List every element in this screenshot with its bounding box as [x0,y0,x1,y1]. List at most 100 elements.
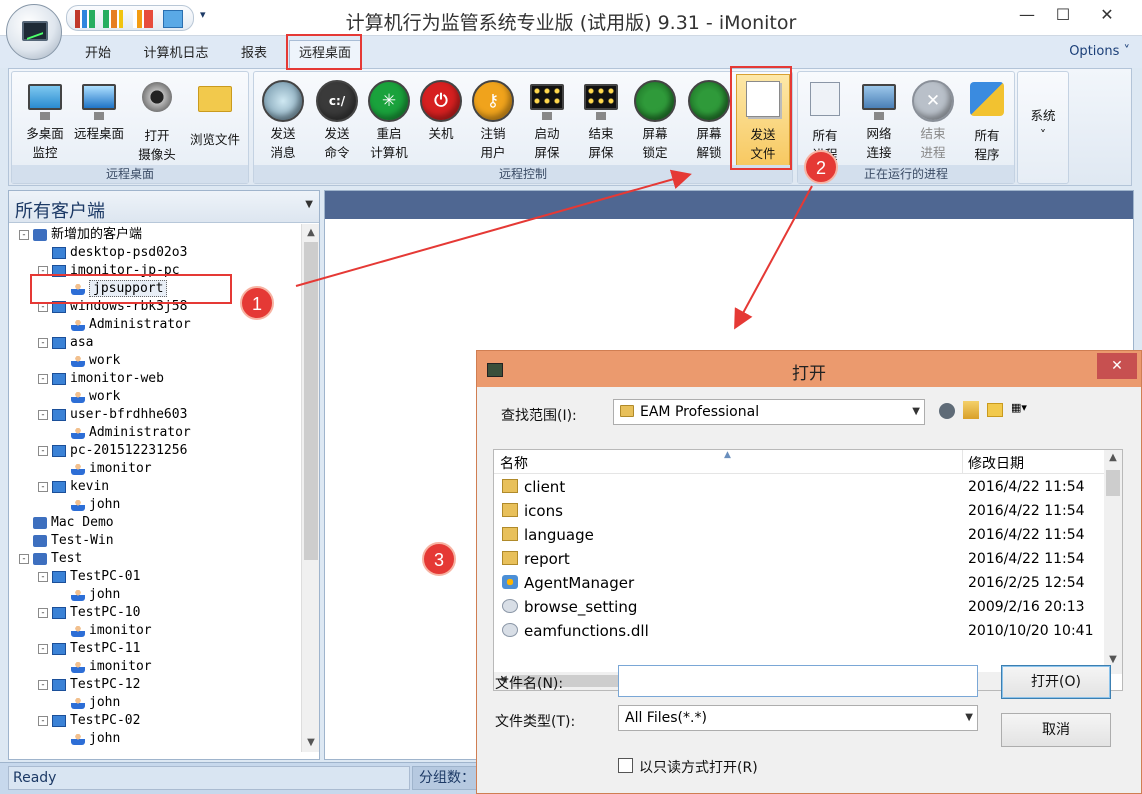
all-programs-button[interactable]: 所有 程序 [960,78,1014,162]
remote-desktop-label: 远程桌面 [73,126,124,141]
expander-icon[interactable]: - [19,553,29,564]
expander-icon[interactable]: - [38,409,48,420]
close-button[interactable]: ✕ [1090,0,1124,30]
send-message-button[interactable]: 发送 消息 [256,78,310,162]
shutdown-button[interactable]: ⏻ 关机 [414,78,468,162]
scroll-thumb[interactable] [304,242,318,560]
end-screensaver-button[interactable]: 结束 屏保 [574,78,628,162]
tree-computer-node[interactable]: - imonitor-web [38,370,164,388]
expander-icon[interactable]: - [38,715,48,726]
tree-computer-node[interactable]: - user-bfrdhhe603 [38,406,187,424]
tree-user-node[interactable]: john [71,730,120,748]
expander-icon[interactable]: - [38,373,48,384]
tree-user-node[interactable]: work [71,352,120,370]
logoff-user-button[interactable]: ⚷ 注销 用户 [466,78,520,162]
all-processes-button[interactable]: 所有 进程 [798,78,852,162]
screensaver-start-icon [526,80,568,122]
scroll-thumb[interactable] [1106,470,1120,496]
tree-user-node[interactable]: john [71,496,120,514]
open-camera-button[interactable]: 打开 摄像头 [130,78,184,162]
tree-user-node[interactable]: Administrator [71,424,191,442]
tree-user-node[interactable]: imonitor [71,658,152,676]
chevron-down-icon[interactable]: ▼ [305,199,313,210]
unlock-screen-button[interactable]: 屏幕 解锁 [682,78,736,162]
scroll-up-icon[interactable]: ▲ [1104,452,1122,463]
up-folder-icon[interactable] [963,401,979,419]
maximize-button[interactable]: ☐ [1046,0,1080,30]
tree-user-node[interactable]: Administrator [71,316,191,334]
column-name[interactable]: 名称 [500,453,528,473]
tree-computer-node[interactable]: - asa [38,334,93,352]
scroll-down-icon[interactable]: ▼ [1104,654,1122,665]
dialog-close-button[interactable]: ✕ [1097,353,1137,379]
new-folder-icon[interactable] [987,403,1003,417]
tree-user-node[interactable]: john [71,586,120,604]
group-remote-control: 发送 消息 c:/ 发送 命令 ✳ 重启 计算机 ⏻ 关机 ⚷ 注销 用户 启动… [253,71,793,184]
expander-icon[interactable]: - [38,607,48,618]
options-menu[interactable]: Options ˅ [1069,44,1130,59]
tree-group-node[interactable]: Test-Win [33,532,114,550]
tree-group-node[interactable]: - 新增加的客户端 [19,226,142,244]
multi-desktop-monitor-button[interactable]: 多桌面 监控 [18,78,72,162]
restart-computer-button[interactable]: ✳ 重启 计算机 [362,78,416,162]
filetype-select[interactable]: All Files(*.*) ▼ [618,705,978,731]
scroll-up-icon[interactable]: ▲ [302,224,320,242]
network-connections-button[interactable]: 网络 连接 [852,78,906,162]
tree-group-node[interactable]: - Test [19,550,82,568]
tab-start[interactable]: 开始 [74,44,122,66]
tree-computer-node[interactable]: desktop-psd02o3 [52,244,187,262]
open-button[interactable]: 打开(O) [1001,665,1111,699]
tree-user-node[interactable]: john [71,694,120,712]
app-menu-button[interactable] [6,4,62,60]
file-row[interactable]: AgentManager 2016/2/25 12:54 [494,571,1104,595]
expander-icon[interactable]: - [38,643,48,654]
file-row[interactable]: language 2016/4/22 11:54 [494,523,1104,547]
tree-node-label: Mac Demo [51,515,114,530]
minimize-button[interactable]: — [1010,0,1044,30]
tree-group-node[interactable]: Mac Demo [33,514,114,532]
expander-icon[interactable]: - [38,679,48,690]
tree-node-label: work [89,389,121,404]
tab-reports[interactable]: 报表 [230,44,278,66]
file-list-vscroll[interactable]: ▲ ▼ [1104,450,1122,674]
look-in-combo[interactable]: EAM Professional ▼ [613,399,925,425]
start-screensaver-button[interactable]: 启动 屏保 [520,78,574,162]
system-button[interactable]: 系统 ˅ [1016,106,1070,190]
file-row[interactable]: client 2016/4/22 11:54 [494,475,1104,499]
send-command-button[interactable]: c:/ 发送 命令 [310,78,364,162]
tree-computer-node[interactable]: - TestPC-10 [38,604,140,622]
tree-user-node[interactable]: imonitor [71,622,152,640]
filename-input[interactable] [618,665,978,697]
expander-icon[interactable]: - [38,571,48,582]
file-date: 2010/10/20 10:41 [968,623,1094,639]
file-row[interactable]: report 2016/4/22 11:54 [494,547,1104,571]
tree-computer-node[interactable]: - TestPC-12 [38,676,140,694]
tree-scrollbar[interactable]: ▲ ▼ [301,224,319,752]
tree-user-node[interactable]: work [71,388,120,406]
file-row[interactable]: browse_setting 2009/2/16 20:13 [494,595,1104,619]
remote-desktop-button[interactable]: 远程桌面 [72,78,126,162]
back-icon[interactable] [939,403,955,419]
expander-icon[interactable]: - [19,229,29,240]
file-row[interactable]: icons 2016/4/22 11:54 [494,499,1104,523]
tree-user-node[interactable]: imonitor [71,460,152,478]
lock-screen-button[interactable]: 屏幕 锁定 [628,78,682,162]
tree-computer-node[interactable]: - TestPC-11 [38,640,140,658]
browse-files-button[interactable]: 浏览文件 [188,78,242,162]
readonly-checkbox[interactable] [618,758,633,773]
file-row[interactable]: eamfunctions.dll 2010/10/20 10:41 [494,619,1104,643]
tab-computer-log[interactable]: 计算机日志 [134,44,218,66]
scroll-down-icon[interactable]: ▼ [302,734,320,752]
tree-computer-node[interactable]: - TestPC-01 [38,568,140,586]
tree-computer-node[interactable]: - kevin [38,478,109,496]
expander-icon[interactable]: - [38,445,48,456]
client-panel-header[interactable]: 所有客户端 ▼ [9,191,319,223]
expander-icon[interactable]: - [38,337,48,348]
view-menu-icon[interactable]: ▦▾ [1011,401,1037,419]
tree-computer-node[interactable]: - pc-201512231256 [38,442,187,460]
expander-icon[interactable]: - [38,481,48,492]
cancel-button[interactable]: 取消 [1001,713,1111,747]
tree-computer-node[interactable]: - TestPC-02 [38,712,140,730]
end-process-button[interactable]: ✕ 结束 进程 [906,78,960,162]
column-modified-date[interactable]: 修改日期 [968,453,1024,473]
